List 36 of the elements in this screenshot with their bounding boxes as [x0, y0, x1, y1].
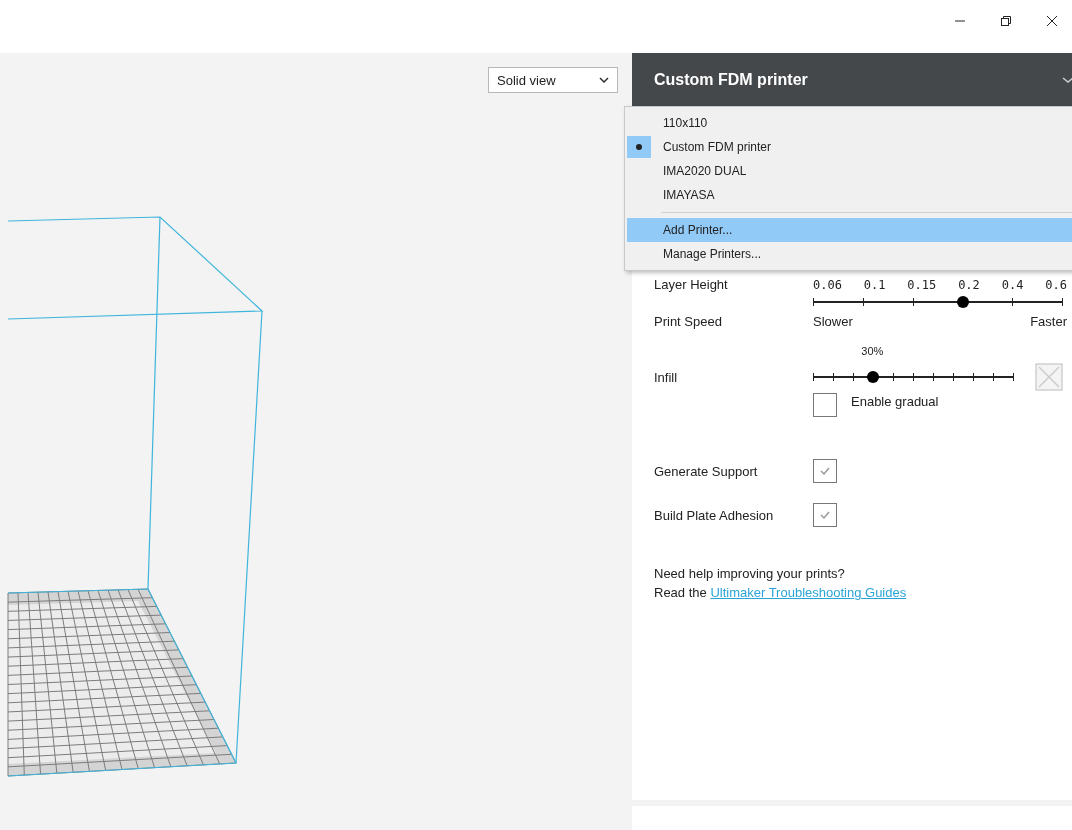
checkbox[interactable]	[813, 503, 837, 527]
infill-reading: 30%	[861, 345, 884, 357]
checkbox[interactable]	[813, 459, 837, 483]
printer-menu-action[interactable]: Manage Printers...	[627, 242, 1072, 266]
checkmark-icon	[819, 466, 831, 476]
tick-label: 0.6	[1045, 277, 1067, 292]
setting-label: Print Speed	[654, 313, 723, 329]
setting-label: Infill	[654, 369, 679, 385]
printer-header[interactable]: Custom FDM printer	[632, 53, 1072, 106]
selected-dot-icon	[636, 144, 642, 150]
speed-min-label: Slower	[813, 314, 853, 329]
slider-thumb[interactable]	[867, 371, 880, 383]
tick-label: 0.4	[1001, 277, 1024, 292]
tick-label: 0.15	[907, 277, 937, 292]
checkbox-label: Enable gradual	[851, 393, 939, 409]
chevron-icon	[599, 77, 609, 83]
tick-label: 0.1	[863, 277, 886, 292]
slider-thumb[interactable]	[957, 296, 969, 308]
printer-menu-item[interactable]: 110x110	[627, 111, 1072, 135]
speed-max-label: Faster	[1030, 314, 1067, 329]
printer-menu-item[interactable]: IMAYASA	[627, 183, 1072, 207]
checkbox[interactable]	[813, 393, 837, 417]
setting-label: Layer Height	[654, 277, 729, 292]
printer-menu-action[interactable]: Add Printer...	[627, 218, 1072, 242]
printer-menu-item[interactable]: Custom FDM printer	[627, 135, 1072, 159]
setting-label: Build Plate Adhesion	[654, 507, 775, 523]
tick-label: 0.2	[958, 277, 980, 292]
help-text: Need help improving your prints?	[654, 565, 846, 583]
tick-label: 0.06	[813, 277, 842, 292]
infill-pattern-icon	[1035, 363, 1063, 391]
view-select[interactable]: Solid view	[488, 67, 618, 93]
setting-label: Generate Support	[654, 463, 759, 479]
printer-menu-item[interactable]: IMA2020 DUAL	[627, 159, 1072, 183]
chevron-icon	[1062, 75, 1072, 84]
help-text: Read the	[654, 585, 707, 600]
checkmark-icon	[819, 510, 831, 520]
